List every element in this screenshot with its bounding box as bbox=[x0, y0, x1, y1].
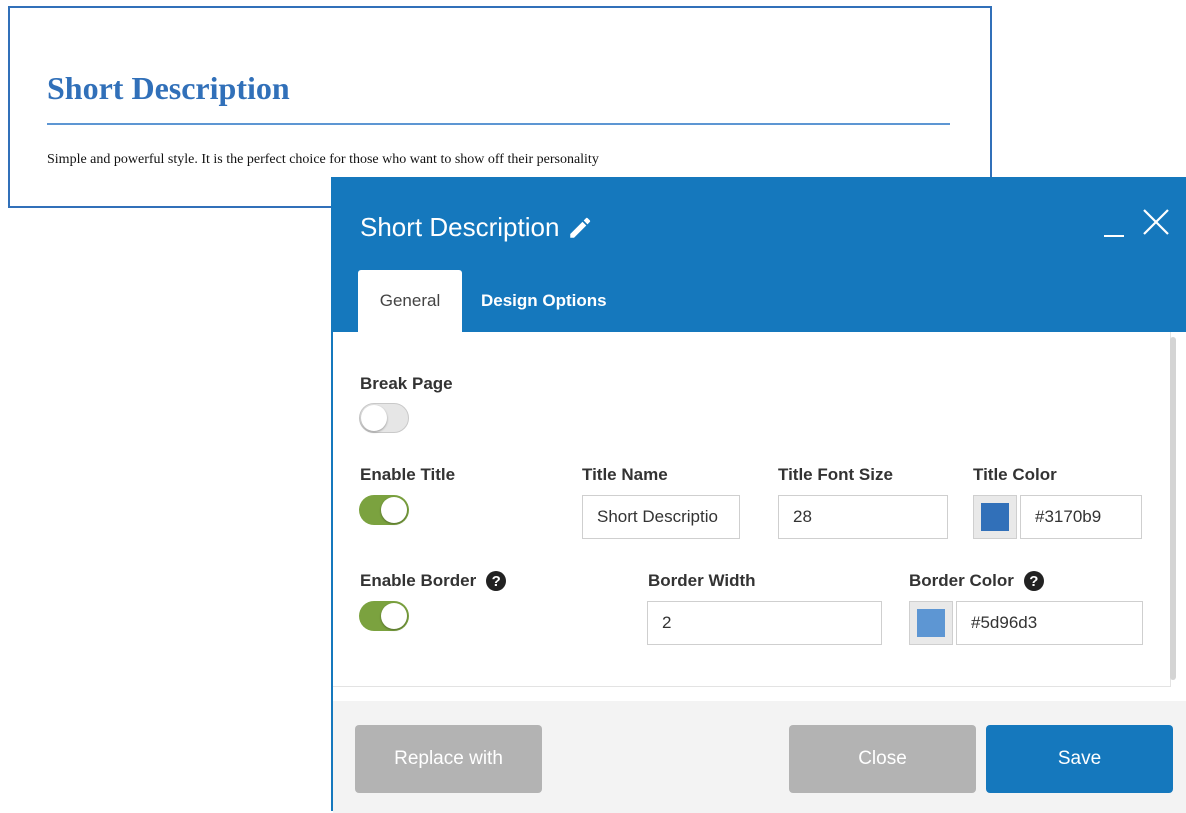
preview-title: Short Description bbox=[47, 70, 290, 106]
scrollbar[interactable] bbox=[1170, 337, 1176, 680]
border-color-swatch[interactable] bbox=[909, 601, 953, 645]
enable-title-label: Enable Title bbox=[360, 465, 456, 484]
border-width-input[interactable] bbox=[647, 601, 882, 645]
color-fill bbox=[981, 503, 1009, 531]
help-icon[interactable]: ? bbox=[486, 571, 507, 591]
tab-general[interactable]: General bbox=[358, 270, 462, 332]
border-width-label: Border Width bbox=[648, 571, 756, 590]
help-icon[interactable]: ? bbox=[1023, 571, 1044, 591]
enable-title-toggle[interactable] bbox=[359, 495, 409, 525]
title-name-label: Title Name bbox=[582, 465, 668, 484]
title-color-label: Title Color bbox=[973, 465, 1057, 484]
title-name-input[interactable] bbox=[582, 495, 740, 539]
save-button[interactable]: Save bbox=[986, 725, 1173, 793]
dialog-title[interactable]: Short Description bbox=[360, 212, 593, 243]
enable-border-toggle[interactable] bbox=[359, 601, 409, 631]
dialog-title-text: Short Description bbox=[360, 212, 560, 242]
close-icon[interactable] bbox=[1141, 207, 1171, 237]
replace-with-button[interactable]: Replace with bbox=[355, 725, 542, 793]
dialog-footer: Replace with Close Save bbox=[333, 701, 1186, 813]
border-color-label: Border Color ? bbox=[909, 571, 1044, 591]
close-button[interactable]: Close bbox=[789, 725, 976, 793]
settings-dialog: Short Description General Design Options… bbox=[331, 177, 1186, 813]
color-fill bbox=[917, 609, 945, 637]
toggle-knob bbox=[381, 603, 407, 629]
toggle-knob bbox=[361, 405, 387, 431]
border-color-input[interactable] bbox=[956, 601, 1143, 645]
dialog-body: Break Page Enable Title Title Name Title… bbox=[333, 332, 1171, 687]
break-page-toggle[interactable] bbox=[359, 403, 409, 433]
enable-border-label: Enable Border ? bbox=[360, 571, 507, 591]
title-color-swatch[interactable] bbox=[973, 495, 1017, 539]
break-page-label: Break Page bbox=[360, 374, 453, 393]
title-font-size-label: Title Font Size bbox=[778, 465, 893, 484]
preview-divider bbox=[47, 123, 950, 125]
pencil-icon[interactable] bbox=[567, 215, 593, 241]
dialog-header: Short Description General Design Options bbox=[333, 179, 1186, 332]
toggle-knob bbox=[381, 497, 407, 523]
title-color-input[interactable] bbox=[1020, 495, 1142, 539]
minimize-icon[interactable] bbox=[1104, 209, 1126, 237]
title-font-size-input[interactable] bbox=[778, 495, 948, 539]
preview-text: Simple and powerful style. It is the per… bbox=[47, 152, 599, 167]
tab-design-options[interactable]: Design Options bbox=[471, 270, 621, 332]
